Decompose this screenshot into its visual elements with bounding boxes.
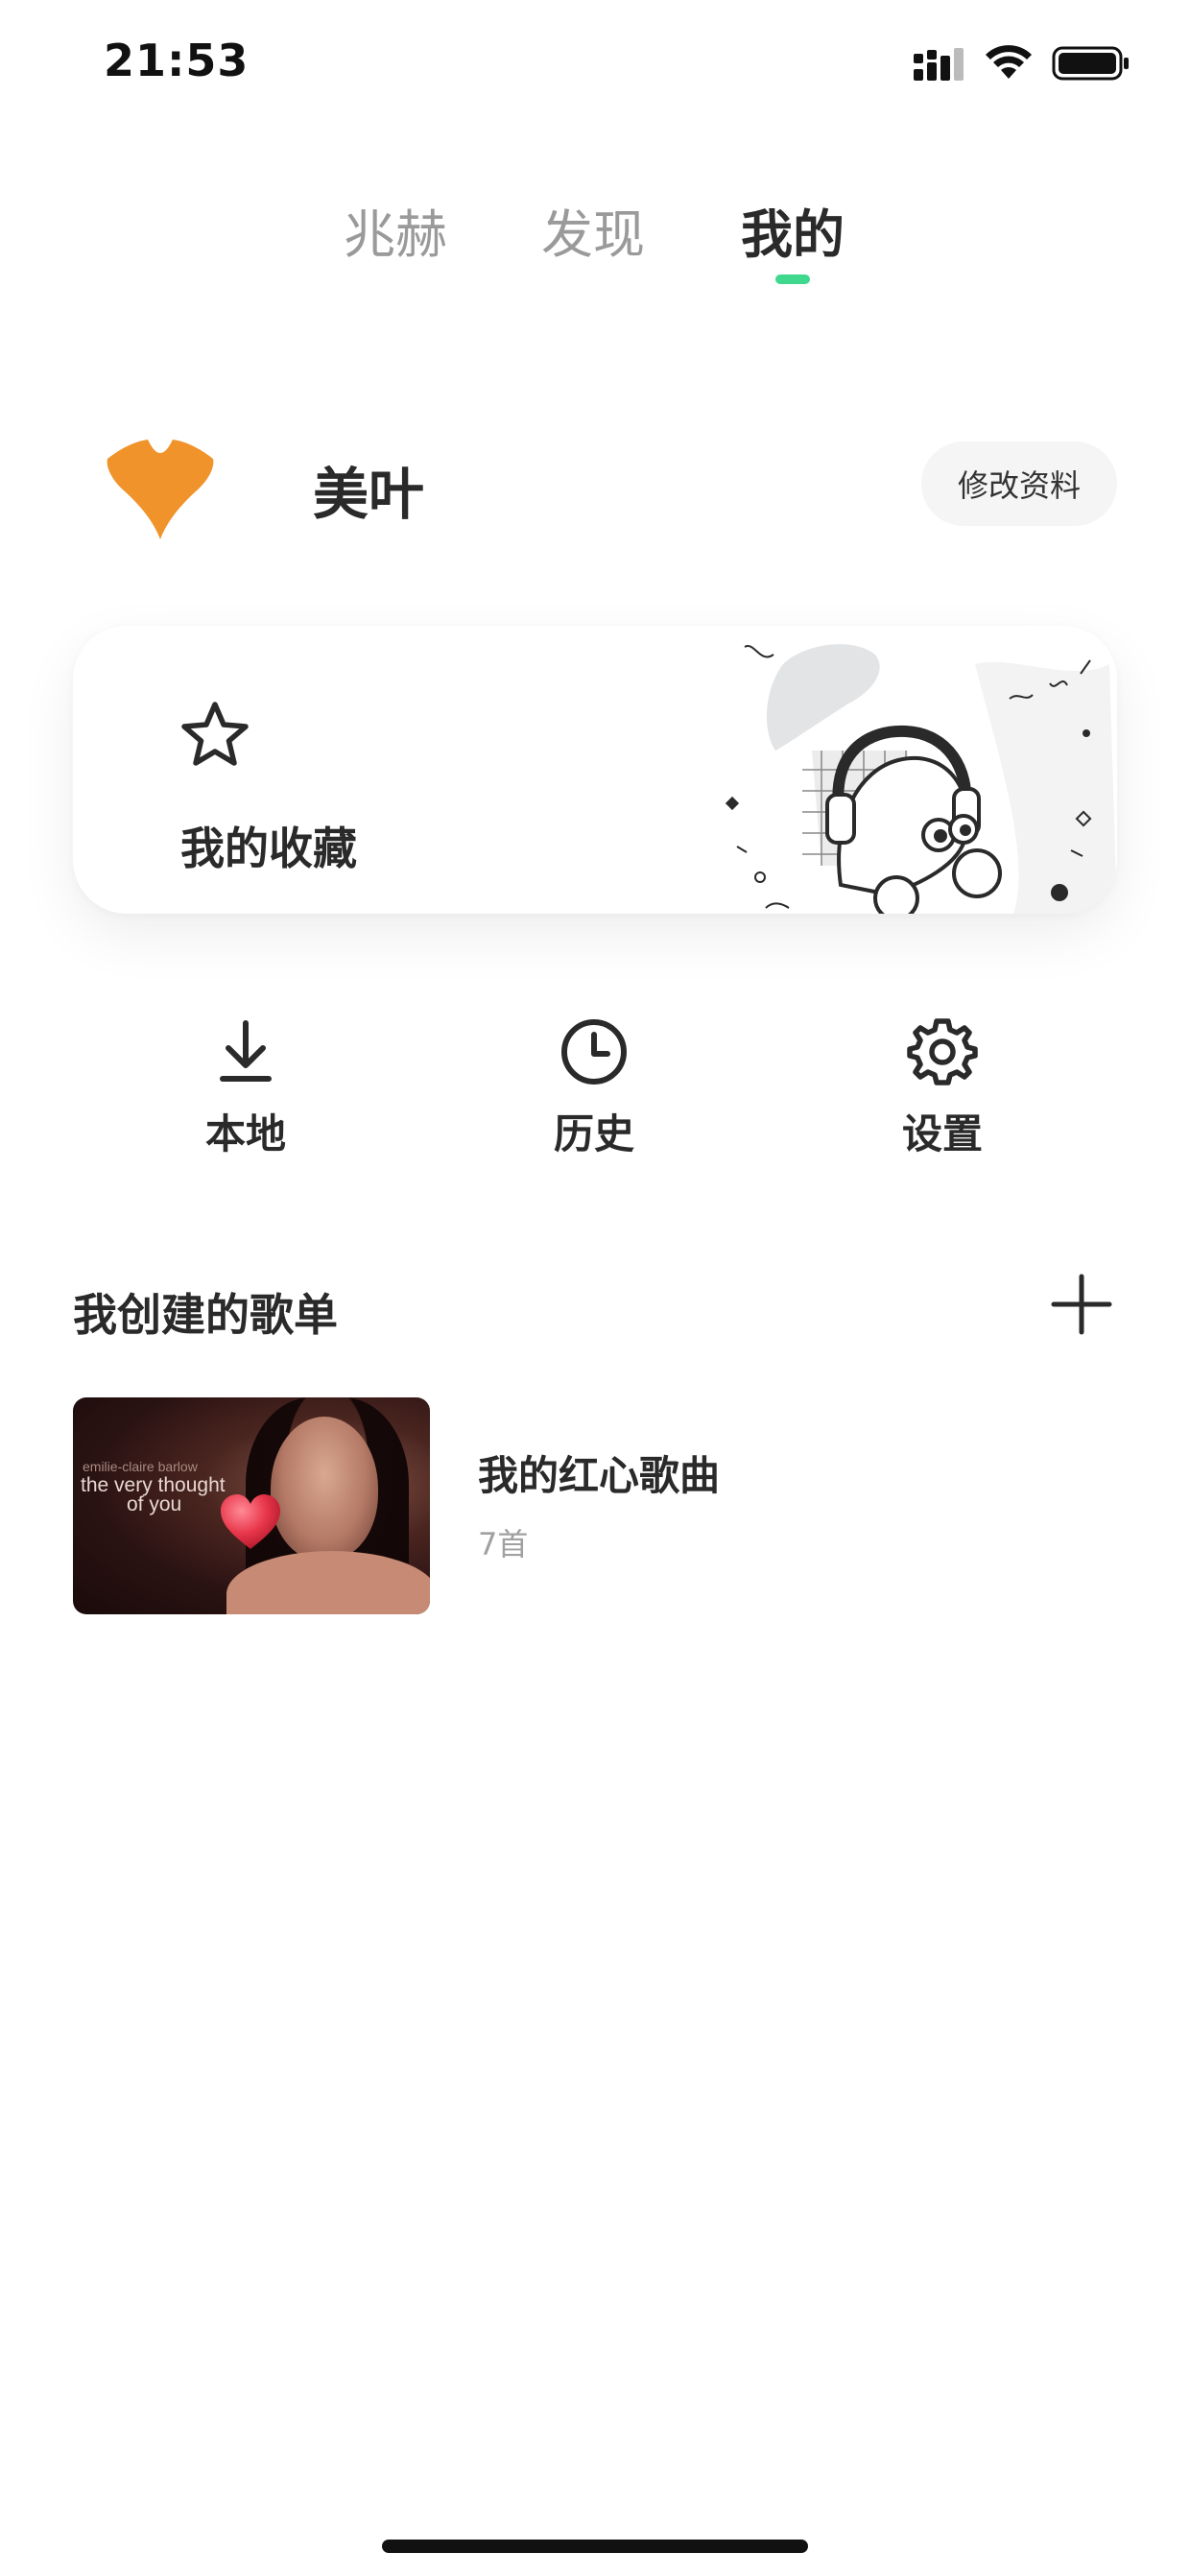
tab-mine[interactable]: 我的 [741, 192, 845, 268]
created-playlists-title: 我创建的歌单 [73, 1289, 338, 1341]
avatar[interactable] [104, 430, 217, 541]
star-icon [181, 702, 249, 766]
wifi-icon [986, 45, 1032, 79]
headphone-character-illustration [726, 644, 1117, 914]
settings-label: 设置 [901, 1110, 983, 1157]
history-button[interactable]: 历史 [508, 1015, 680, 1160]
favorites-label: 我的收藏 [180, 823, 357, 874]
local-label: 本地 [204, 1110, 286, 1157]
local-music-button[interactable]: 本地 [159, 1015, 332, 1160]
username: 美叶 [313, 462, 425, 527]
playlist-song-count: 7首 [478, 1526, 529, 1562]
playlist-name[interactable]: 我的红心歌曲 [478, 1443, 720, 1502]
cellular-signal-icon [914, 48, 964, 81]
tab-zhaohe[interactable]: 兆赫 [344, 192, 447, 268]
download-icon [220, 1020, 272, 1082]
cover-artist-text: emilie-claire barlow [83, 1459, 198, 1474]
plus-icon[interactable] [1050, 1273, 1113, 1336]
clock-icon [561, 1019, 627, 1085]
heart-icon [221, 1494, 280, 1549]
cover-face [271, 1417, 378, 1561]
history-label: 历史 [553, 1110, 634, 1157]
home-indicator[interactable] [382, 2540, 808, 2553]
cover-title-text-2: of you [127, 1493, 182, 1515]
edit-profile-button[interactable]: 修改资料 [921, 441, 1117, 526]
battery-icon [1052, 46, 1129, 81]
active-tab-indicator [775, 274, 810, 284]
favorites-card[interactable]: 我的收藏 [73, 626, 1117, 914]
status-time: 21:53 [104, 35, 250, 86]
gear-icon [907, 1018, 978, 1085]
tab-discover[interactable]: 发现 [541, 192, 645, 268]
settings-button[interactable]: 设置 [856, 1015, 1029, 1160]
playlist-cover[interactable]: emilie-claire barlow the very thought of… [73, 1397, 430, 1614]
